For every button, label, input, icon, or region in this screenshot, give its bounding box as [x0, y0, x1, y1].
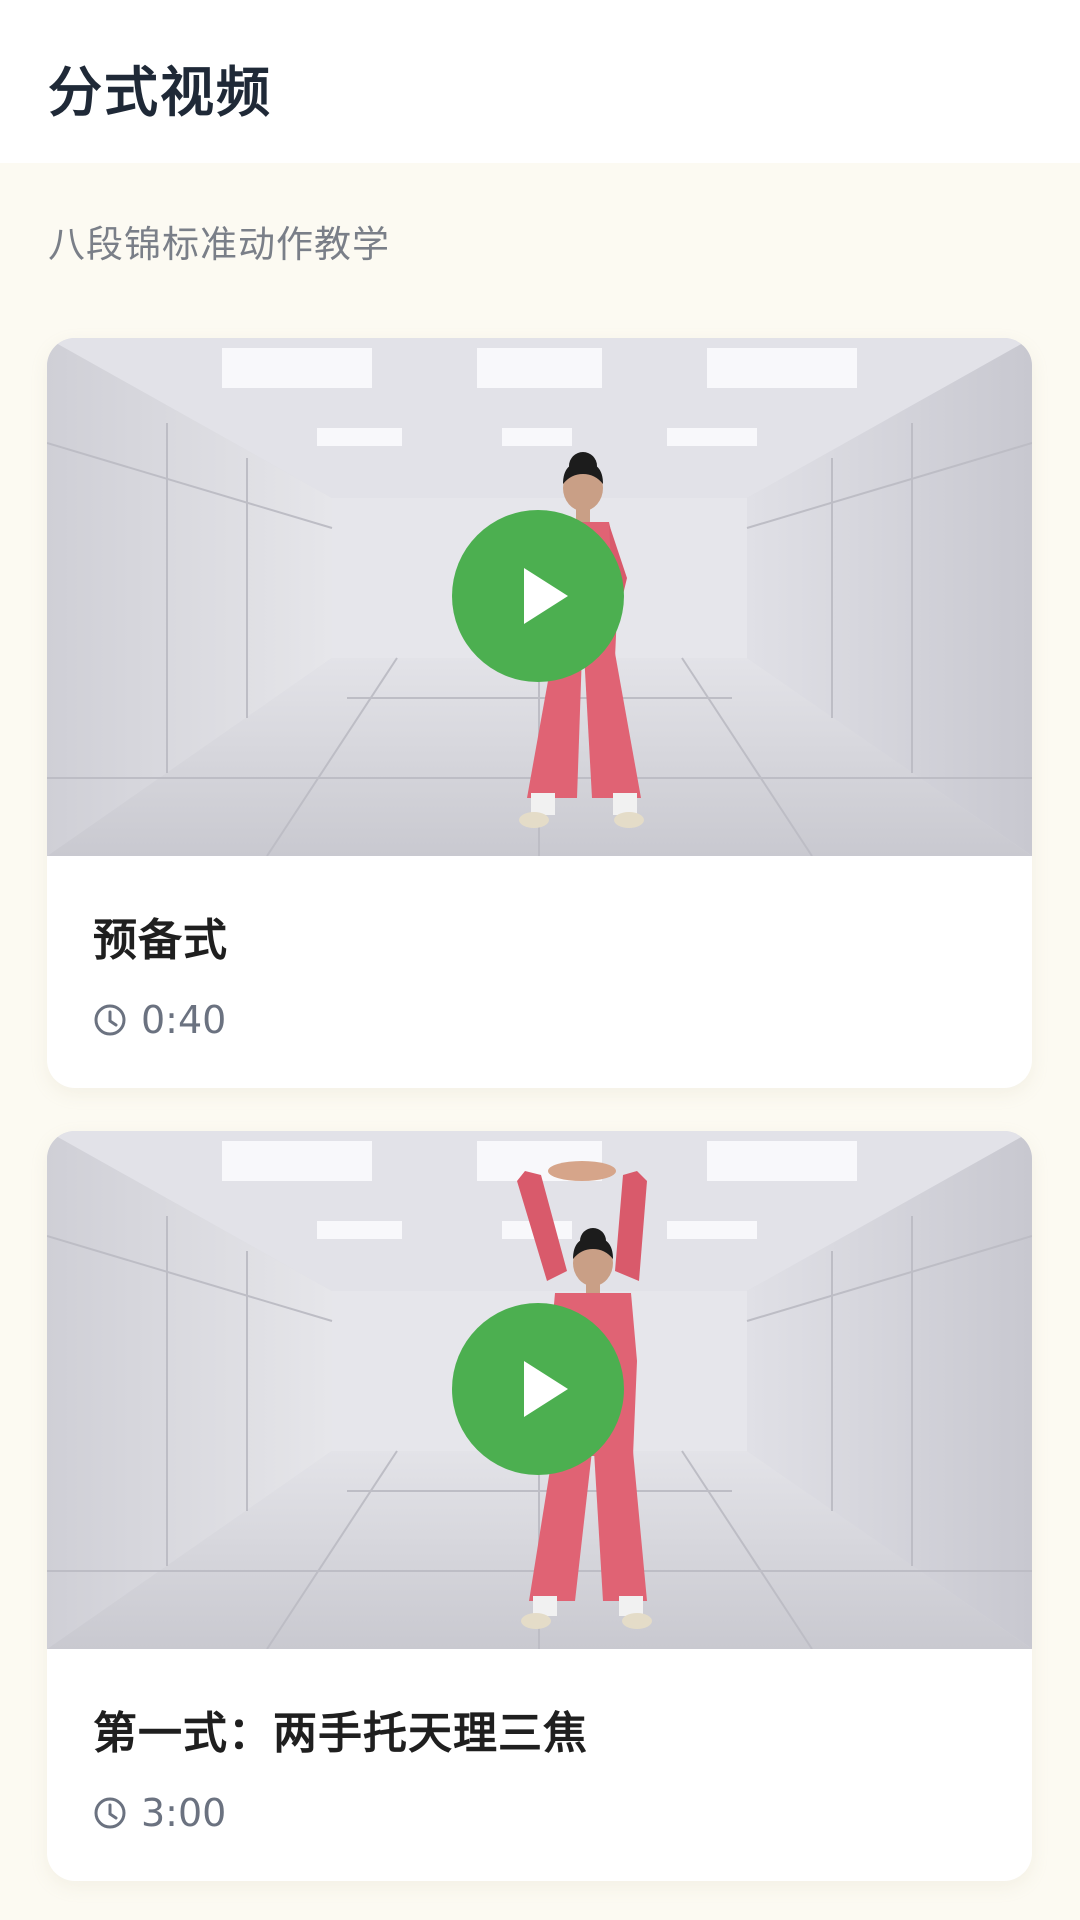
video-duration: 3:00 [93, 1791, 226, 1835]
page-title: 分式视频 [48, 61, 272, 124]
video-title: 第一式：两手托天理三焦 [93, 1708, 588, 1759]
video-card-ready[interactable]: 预备式 0:40 [47, 338, 1032, 1088]
video-duration: 0:40 [93, 998, 226, 1042]
video-title: 预备式 [93, 915, 228, 966]
play-icon [524, 1361, 568, 1417]
video-thumbnail[interactable] [47, 338, 1032, 856]
clock-icon [94, 1797, 126, 1829]
play-button[interactable] [452, 1303, 624, 1475]
video-card-first-form[interactable]: 第一式：两手托天理三焦 3:00 [47, 1131, 1032, 1881]
header: 分式视频 [0, 0, 1080, 163]
play-button[interactable] [452, 510, 624, 682]
clock-icon [94, 1004, 126, 1036]
play-icon [524, 568, 568, 624]
duration-text: 0:40 [141, 998, 227, 1042]
page-subtitle: 八段锦标准动作教学 [48, 223, 390, 266]
video-thumbnail[interactable] [47, 1131, 1032, 1649]
duration-text: 3:00 [141, 1791, 227, 1835]
